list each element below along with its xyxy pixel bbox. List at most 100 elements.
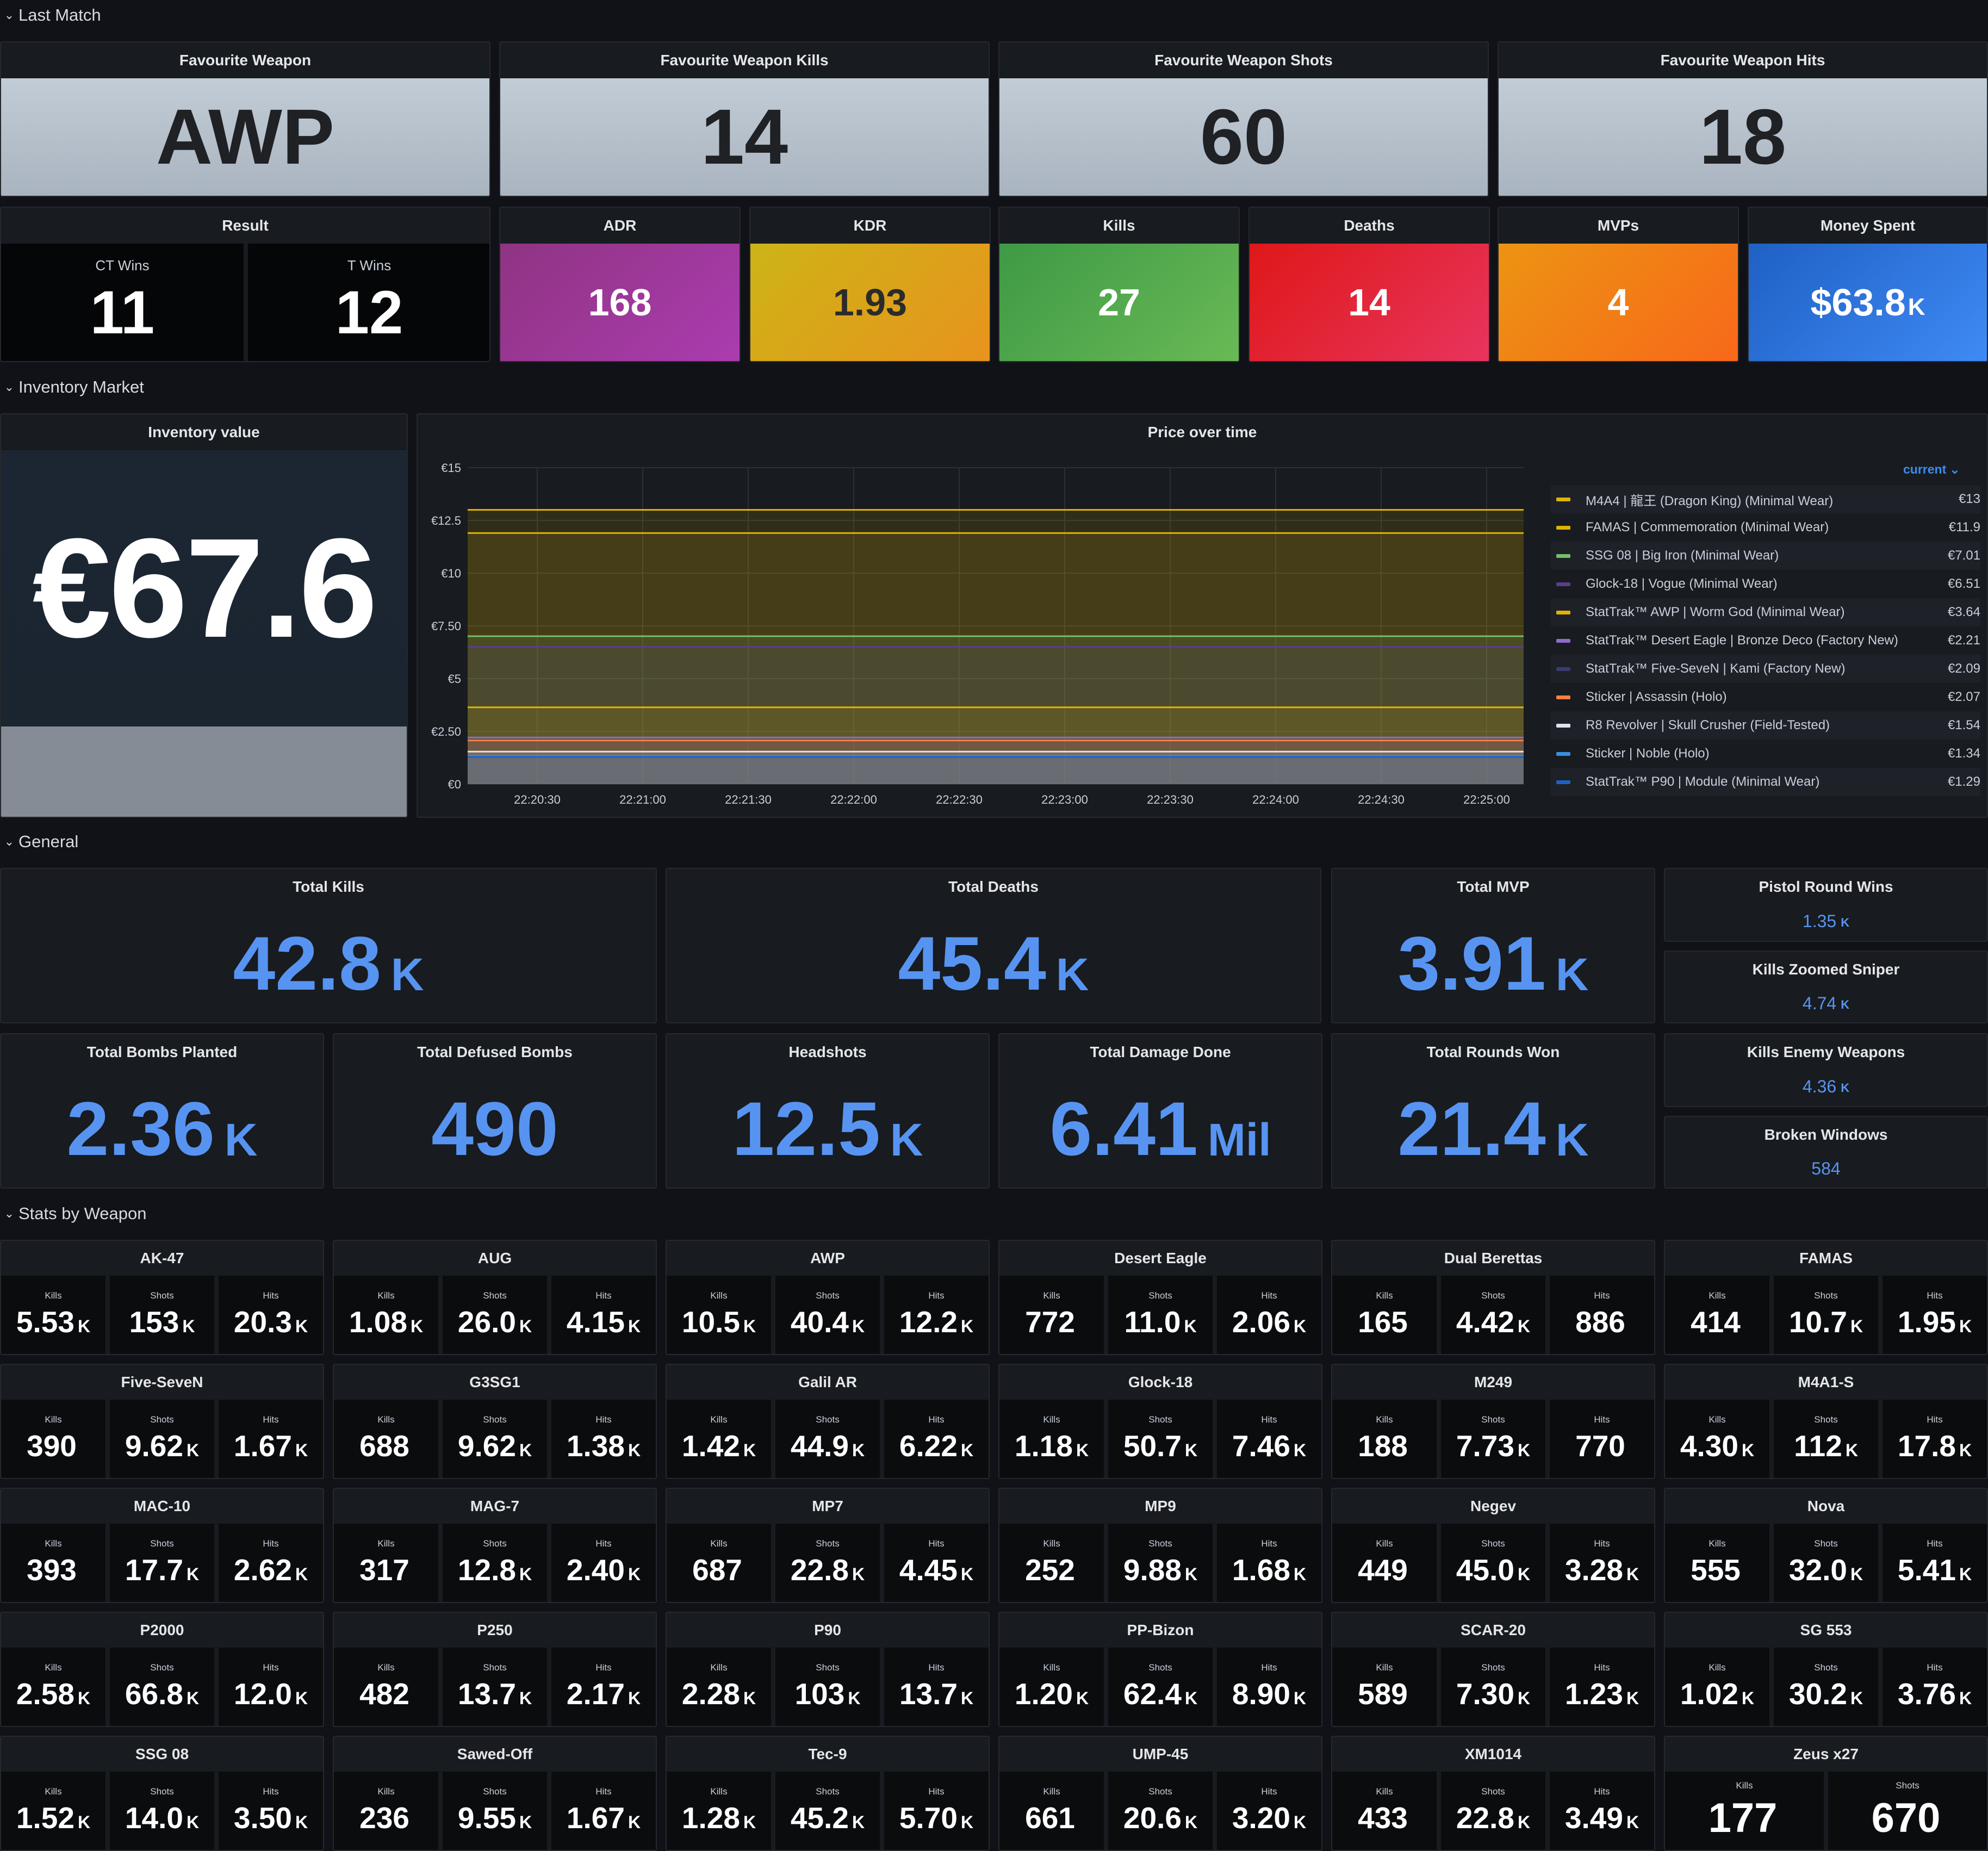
x-tick-label: 22:22:30	[936, 793, 983, 806]
weapon-panel[interactable]: FAMAS Kills 414 Shots 10.7 K Hits 1.95 K	[1664, 1240, 1988, 1355]
total-mvp-panel[interactable]: Total MVP 3.91 K	[1331, 868, 1655, 1023]
legend-current-value: €3.64	[1947, 605, 1980, 619]
panel-title: Kills Enemy Weapons	[1747, 1043, 1905, 1060]
total-defused-bombs-panel[interactable]: Total Defused Bombs 490	[333, 1033, 657, 1189]
stat-label: Shots	[1148, 1786, 1172, 1797]
weapon-name: SCAR-20	[1461, 1622, 1526, 1638]
weapon-panel[interactable]: Galil AR Kills 1.42 K Shots 44.9 K Hits 6.22 K	[666, 1364, 990, 1479]
weapon-name: P250	[477, 1622, 513, 1638]
weapon-panel[interactable]: M4A1-S Kills 4.30 K Shots 112 K Hits 17.8 K	[1664, 1364, 1988, 1479]
weapon-panel[interactable]: Tec-9 Kills 1.28 K Shots 45.2 K Hits 5.70 K	[666, 1736, 990, 1851]
weapon-kills-stat: Kills 661	[999, 1772, 1104, 1850]
favourite-weapon-shots-panel[interactable]: Favourite Weapon Shots 60	[998, 41, 1489, 197]
weapon-panel[interactable]: AWP Kills 10.5 K Shots 40.4 K Hits 12.2 K	[666, 1240, 990, 1355]
panel-title: Deaths	[1344, 217, 1395, 234]
weapon-panel[interactable]: SG 553 Kills 1.02 K Shots 30.2 K Hits 3.76 K	[1664, 1612, 1988, 1727]
stat-value: 177	[1708, 1794, 1778, 1841]
weapon-shots-stat: Shots 11.0 K	[1108, 1276, 1213, 1354]
stat-label: Kills	[1709, 1662, 1726, 1673]
deaths-panel[interactable]: Deaths 14	[1248, 207, 1490, 362]
headshots-panel[interactable]: Headshots 12.5 K	[666, 1033, 990, 1189]
weapon-panel[interactable]: MP7 Kills 687 Shots 22.8 K Hits 4.45 K	[666, 1488, 990, 1603]
weapon-panel[interactable]: Glock-18 Kills 1.18 K Shots 50.7 K Hits 7.46 K	[998, 1364, 1322, 1479]
weapon-panel[interactable]: MAG-7 Kills 317 Shots 12.8 K Hits 2.40 K	[333, 1488, 657, 1603]
row-title: Last Match	[18, 5, 101, 24]
weapon-panel[interactable]: Five-SeveN Kills 390 Shots 9.62 K Hits 1.67 K	[0, 1364, 324, 1479]
weapon-panel[interactable]: Zeus x27 Kills 177 Shots 670	[1664, 1736, 1988, 1851]
total-bombs-planted-panel[interactable]: Total Bombs Planted 2.36 K	[0, 1033, 324, 1189]
price-chart[interactable]: €0 €2.50 €5 €7.50 €10 €12.5 €15 22:20:30 22:21:0…	[418, 451, 1549, 817]
stat-unit: K	[960, 1688, 974, 1708]
weapon-panel[interactable]: MAC-10 Kills 393 Shots 17.7 K Hits 2.62 K	[0, 1488, 324, 1603]
legend-item[interactable]: StatTrak™ P90 | Module (Minimal Wear) €1.…	[1551, 768, 1980, 796]
stat-unit: K	[628, 1688, 641, 1708]
stat-value: 2.36	[66, 1086, 215, 1171]
row-header-inventory-market[interactable]: ⌄ Inventory Market	[0, 372, 144, 402]
row-header-general[interactable]: ⌄ General	[0, 827, 79, 857]
weapon-panel[interactable]: M249 Kills 188 Shots 7.73 K Hits 770	[1331, 1364, 1655, 1479]
weapon-kills-stat: Kills 4.30 K	[1665, 1400, 1769, 1478]
row-header-last-match[interactable]: ⌄ Last Match	[0, 0, 101, 30]
weapon-panel[interactable]: XM1014 Kills 433 Shots 22.8 K Hits 3.49 K	[1331, 1736, 1655, 1851]
kills-panel[interactable]: Kills 27	[998, 207, 1240, 362]
weapon-panel[interactable]: SSG 08 Kills 1.52 K Shots 14.0 K Hits 3.50 K	[0, 1736, 324, 1851]
total-damage-done-panel[interactable]: Total Damage Done 6.41 Mil	[998, 1033, 1322, 1189]
legend-item[interactable]: StatTrak™ Desert Eagle | Bronze Deco (Fa…	[1551, 626, 1980, 655]
stat-value: 40.4	[790, 1305, 849, 1339]
broken-windows-panel[interactable]: Broken Windows 584	[1664, 1116, 1988, 1189]
stat-label: Kills	[1376, 1538, 1393, 1549]
weapon-panel[interactable]: PP-Bizon Kills 1.20 K Shots 62.4 K Hits 8.90 K	[998, 1612, 1322, 1727]
stat-label: Kills	[1709, 1414, 1726, 1425]
legend-sort-current[interactable]: current ⌄	[1903, 462, 1960, 477]
legend-item[interactable]: M4A4 | 龍王 (Dragon King) (Minimal Wear) €1…	[1551, 485, 1980, 513]
stat-label: Hits	[928, 1538, 945, 1549]
legend-item[interactable]: StatTrak™ Five-SeveN | Kami (Factory New…	[1551, 655, 1980, 683]
weapon-hits-stat: Hits 20.3 K	[219, 1276, 323, 1354]
legend-item[interactable]: StatTrak™ AWP | Worm God (Minimal Wear) €…	[1551, 598, 1980, 626]
favourite-weapon-hits-panel[interactable]: Favourite Weapon Hits 18	[1498, 41, 1988, 197]
weapon-panel[interactable]: P250 Kills 482 Shots 13.7 K Hits 2.17 K	[333, 1612, 657, 1727]
total-deaths-panel[interactable]: Total Deaths 45.4 K	[666, 868, 1321, 1023]
weapon-panel[interactable]: Sawed-Off Kills 236 Shots 9.55 K Hits 1.67 K	[333, 1736, 657, 1851]
weapon-panel[interactable]: MP9 Kills 252 Shots 9.88 K Hits 1.68 K	[998, 1488, 1322, 1603]
legend-item[interactable]: FAMAS | Commemoration (Minimal Wear) €11.…	[1551, 513, 1980, 542]
weapon-kills-stat: Kills 1.20 K	[999, 1648, 1104, 1726]
weapon-panel[interactable]: G3SG1 Kills 688 Shots 9.62 K Hits 1.38 K	[333, 1364, 657, 1479]
weapon-shots-stat: Shots 4.42 K	[1441, 1276, 1545, 1354]
result-panel[interactable]: Result CT Wins 11 T Wins 12	[0, 207, 490, 362]
kills-zoomed-sniper-panel[interactable]: Kills Zoomed Sniper 4.74 K	[1664, 951, 1988, 1023]
stat-value: 42.8	[233, 921, 381, 1006]
total-kills-panel[interactable]: Total Kills 42.8 K	[0, 868, 657, 1023]
weapon-panel[interactable]: UMP-45 Kills 661 Shots 20.6 K Hits 3.20 K	[998, 1736, 1322, 1851]
weapon-panel[interactable]: Nova Kills 555 Shots 32.0 K Hits 5.41 K	[1664, 1488, 1988, 1603]
weapon-panel[interactable]: P90 Kills 2.28 K Shots 103 K Hits 13.7 K	[666, 1612, 990, 1727]
legend-item[interactable]: R8 Revolver | Skull Crusher (Field-Teste…	[1551, 711, 1980, 740]
money-spent-panel[interactable]: Money Spent $63.8 K	[1748, 207, 1988, 362]
pistol-round-wins-panel[interactable]: Pistol Round Wins 1.35 K	[1664, 868, 1988, 942]
stat-value: 112	[1794, 1429, 1842, 1463]
panel-title: Headshots	[788, 1043, 867, 1060]
legend-item[interactable]: Glock-18 | Vogue (Minimal Wear) €6.51	[1551, 570, 1980, 598]
legend-item[interactable]: Sticker | Assassin (Holo) €2.07	[1551, 683, 1980, 711]
weapon-panel[interactable]: AUG Kills 1.08 K Shots 26.0 K Hits 4.15 K	[333, 1240, 657, 1355]
stat-value: 17.8	[1897, 1429, 1956, 1463]
weapon-panel[interactable]: Dual Berettas Kills 165 Shots 4.42 K Hits 886	[1331, 1240, 1655, 1355]
legend-item[interactable]: Sticker | Noble (Holo) €1.34	[1551, 740, 1980, 768]
total-rounds-won-panel[interactable]: Total Rounds Won 21.4 K	[1331, 1033, 1655, 1189]
adr-panel[interactable]: ADR 168	[499, 207, 741, 362]
stat-value: 3.28	[1564, 1553, 1623, 1587]
stat-value: AWP	[156, 93, 334, 181]
favourite-weapon-panel[interactable]: Favourite Weapon AWP	[0, 41, 490, 197]
weapon-panel[interactable]: P2000 Kills 2.58 K Shots 66.8 K Hits 12.0 K	[0, 1612, 324, 1727]
weapon-panel[interactable]: SCAR-20 Kills 589 Shots 7.30 K Hits 1.23 K	[1331, 1612, 1655, 1727]
kdr-panel[interactable]: KDR 1.93	[749, 207, 991, 362]
weapon-panel[interactable]: Desert Eagle Kills 772 Shots 11.0 K Hits 2.06 K	[998, 1240, 1322, 1355]
weapon-panel[interactable]: AK-47 Kills 5.53 K Shots 153 K Hits 20.3 K	[0, 1240, 324, 1355]
inventory-value-panel[interactable]: Inventory value €67.6	[0, 413, 408, 818]
legend-item[interactable]: SSG 08 | Big Iron (Minimal Wear) €7.01	[1551, 542, 1980, 570]
weapon-panel[interactable]: Negev Kills 449 Shots 45.0 K Hits 3.28 K	[1331, 1488, 1655, 1603]
kills-enemy-weapons-panel[interactable]: Kills Enemy Weapons 4.36 K	[1664, 1033, 1988, 1107]
favourite-weapon-kills-panel[interactable]: Favourite Weapon Kills 14	[499, 41, 990, 197]
mvps-panel[interactable]: MVPs 4	[1498, 207, 1739, 362]
row-header-stats-by-weapon[interactable]: ⌄ Stats by Weapon	[0, 1198, 147, 1229]
